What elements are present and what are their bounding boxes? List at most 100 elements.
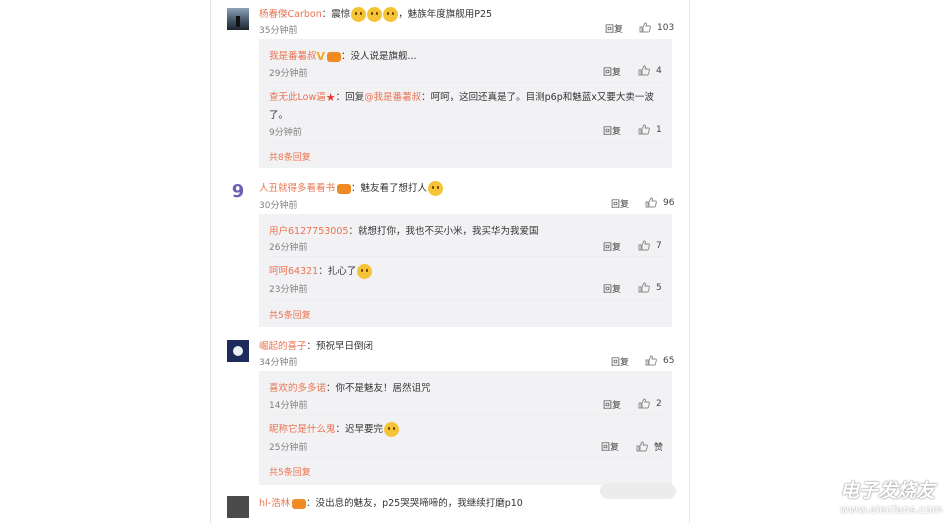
thumbs-up-icon	[638, 65, 650, 76]
thumbs-up-icon	[638, 124, 650, 135]
reply-box: 喜欢的多多诺：你不是魅友！居然诅咒 14分钟前 回复 2 昵称它是什么鬼：迟早要…	[259, 371, 672, 485]
divider	[269, 414, 663, 415]
comment-time: 34分钟前	[259, 358, 298, 368]
like-button[interactable]: 5	[638, 282, 662, 293]
watermark-url: www.elecfans.com	[840, 503, 943, 516]
reply-time: 29分钟前	[269, 69, 308, 79]
reply-text-lead: ：回复	[335, 92, 365, 103]
comment-text: ：震惊	[321, 9, 351, 20]
comment-username[interactable]: hl-浩林	[259, 498, 290, 509]
like-count: 65	[663, 355, 675, 366]
like-button[interactable]: 103	[639, 22, 674, 33]
vip-badge-icon	[337, 183, 352, 194]
thumbs-up-icon	[638, 398, 650, 409]
divider	[269, 82, 663, 83]
more-replies-link[interactable]: 共8条回复	[269, 150, 311, 163]
reply-time: 26分钟前	[269, 243, 308, 253]
more-replies-link[interactable]: 共5条回复	[269, 308, 311, 321]
comment-header: 崛起的喜子：预祝早日倒闭	[259, 338, 373, 352]
comment-header: 杨春傑Carbon：震惊 ，魅族年度旗舰用P25	[259, 6, 492, 22]
avatar[interactable]	[227, 8, 249, 30]
comment-feed: 杨春傑Carbon：震惊 ，魅族年度旗舰用P25 35分钟前 回复 103 我是番…	[210, 0, 690, 523]
reply-text: ：迟早要完	[335, 424, 384, 435]
reply-button[interactable]: 回复	[611, 197, 629, 210]
reply-username[interactable]: 查无此Low逼	[269, 92, 326, 103]
reply-button[interactable]: 回复	[603, 398, 621, 411]
comment-username[interactable]: 杨春傑Carbon	[259, 9, 322, 20]
reply-text: ：呵呵，这回还真是了。目测p6p和魅蓝x又要大卖一波	[421, 92, 654, 103]
like-count: 7	[656, 240, 662, 251]
reply-button[interactable]: 回复	[603, 282, 621, 295]
avatar[interactable]: 9	[227, 181, 249, 203]
like-button[interactable]: 4	[638, 65, 662, 76]
reply-text: ：扎心了	[318, 266, 357, 277]
vip-badge-icon	[327, 51, 342, 62]
like-count: 5	[656, 282, 662, 293]
more-replies-link[interactable]: 共5条回复	[269, 465, 311, 478]
reply-button[interactable]: 回复	[611, 355, 629, 368]
like-button[interactable]: 65	[645, 355, 674, 366]
emoji-icon	[366, 7, 382, 22]
like-count: 赞	[654, 443, 664, 453]
like-button[interactable]: 7	[638, 240, 662, 251]
comment-time: 30分钟前	[259, 201, 298, 211]
reply-time: 9分钟前	[269, 128, 302, 138]
comment-username[interactable]: 崛起的喜子	[259, 341, 307, 352]
comment-header: hl-浩林 ：没出息的魅友，p25哭哭啼啼的，我继续打磨p10	[259, 495, 523, 509]
reply-box: 用户6127753005：就想打你，我也不买小米，我买华为我爱国 26分钟前 回…	[259, 214, 672, 327]
like-button[interactable]: 2	[638, 398, 662, 409]
emoji-icon	[427, 181, 443, 196]
reply-header: 用户6127753005：就想打你，我也不买小米，我买华为我爱国	[269, 223, 538, 237]
thumbs-up-icon	[645, 355, 657, 366]
divider	[269, 142, 663, 143]
divider	[269, 299, 663, 300]
thumbs-up-icon	[636, 441, 648, 452]
reply-text: ：就想打你，我也不买小米，我买华为我爱国	[348, 226, 539, 237]
comment-username[interactable]: 人丑就得多看看书	[259, 183, 335, 194]
like-count: 4	[656, 65, 662, 76]
watermark: 电子发烧友 www.elecfans.com	[800, 473, 945, 521]
star-badge-icon: ★	[325, 91, 336, 104]
avatar[interactable]	[227, 496, 249, 518]
like-count: 2	[656, 398, 662, 409]
comment-time: 35分钟前	[259, 26, 298, 36]
avatar[interactable]	[227, 340, 249, 362]
reply-text-cont: 了。	[269, 110, 289, 121]
like-button[interactable]: 1	[638, 124, 662, 135]
divider	[269, 256, 663, 257]
emoji-icon	[350, 7, 366, 22]
like-count: 103	[657, 22, 675, 33]
comment-header: 人丑就得多看看书 ：魅友看了想打人	[259, 180, 443, 196]
reply-button[interactable]: 回复	[601, 440, 619, 453]
reply-button[interactable]: 回复	[603, 240, 621, 253]
watermark-brand: 电子发烧友	[840, 480, 936, 502]
thumbs-up-icon	[645, 197, 657, 208]
thumbs-up-icon	[639, 22, 651, 33]
reply-username[interactable]: 用户6127753005	[269, 226, 348, 237]
reply-username[interactable]: 我是番薯叔	[269, 51, 317, 62]
thumbs-up-icon	[638, 240, 650, 251]
divider	[269, 457, 663, 458]
like-button[interactable]: 96	[645, 197, 674, 208]
watermark-logo-icon	[802, 481, 837, 514]
like-count: 1	[656, 124, 662, 135]
reply-header: 呵呵64321：扎心了	[269, 263, 372, 279]
reply-button[interactable]: 回复	[603, 124, 621, 137]
mention-link[interactable]: @我是番薯叔	[364, 92, 421, 103]
reply-time: 25分钟前	[269, 443, 308, 453]
comment-text: ：预祝早日倒闭	[306, 341, 374, 352]
reply-button[interactable]: 回复	[605, 22, 623, 35]
reply-header: 我是番薯叔V ：没人说是旗舰...	[269, 48, 417, 63]
reply-username[interactable]: 昵称它是什么鬼	[269, 424, 336, 435]
blurred-element	[600, 483, 676, 499]
like-button[interactable]: 赞	[636, 440, 663, 453]
reply-username[interactable]: 喜欢的多多诺	[269, 383, 326, 394]
reply-time: 14分钟前	[269, 401, 308, 411]
like-count: 96	[663, 197, 675, 208]
comment-text-cont: ，魅族年度旗舰用P25	[398, 9, 493, 20]
comment-text: ：魅友看了想打人	[351, 183, 428, 194]
reply-username[interactable]: 呵呵64321	[269, 266, 318, 277]
emoji-icon	[383, 422, 399, 437]
reply-button[interactable]: 回复	[603, 65, 621, 78]
vip-badge-icon	[292, 498, 307, 509]
